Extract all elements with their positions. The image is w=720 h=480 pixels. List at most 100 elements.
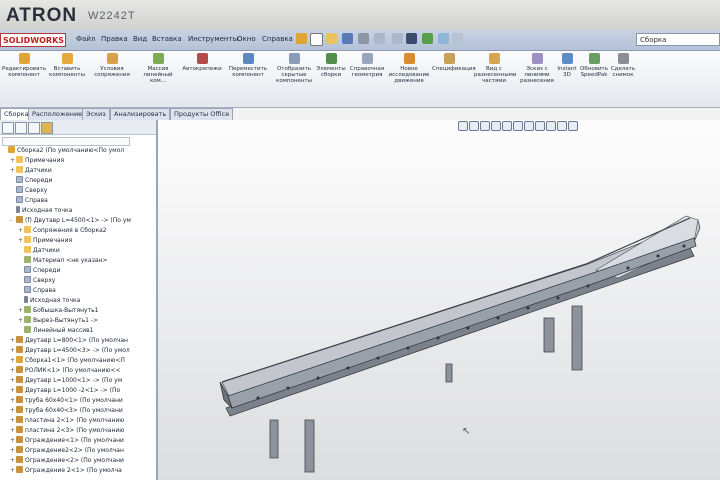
property-manager-tab-icon[interactable] [15,122,27,134]
menu-help[interactable]: Справка [262,35,293,43]
tree-item[interactable]: + труба 60x40<1> (По умолчани [10,396,123,406]
smart-fasteners-button[interactable]: Автокрепежи [180,53,224,72]
tree-item[interactable]: Сверху [18,276,55,286]
print-icon[interactable] [358,33,369,44]
tree-item[interactable]: Справа [10,196,48,206]
open-folder-icon[interactable] [326,33,337,44]
assembly-features-button[interactable]: Элементы сборки [316,53,346,78]
feat-icon [24,306,31,313]
explode-line-sketch-button[interactable]: Эскиз с линиями разнесения [518,53,556,84]
mouse-cursor-icon: ↖ [462,426,471,437]
reference-geometry-button[interactable]: Справочная геометрия [348,53,386,78]
part-icon [16,466,23,473]
tree-item[interactable]: + Примечания [10,156,64,166]
menu-file[interactable]: Файл [76,35,95,43]
monitor-model: W2242T [88,10,136,22]
linear-pattern-button[interactable]: Массив линейный ком... [138,53,178,84]
tree-item[interactable]: + Примечания [18,236,72,246]
tree-item[interactable]: + пластина 2<1> (По умолчанию [10,416,124,426]
save-icon[interactable] [342,33,353,44]
menu-window[interactable]: Окно [237,35,256,43]
tree-item[interactable]: + Ограждение2<2> (По умолчан [10,446,124,456]
tree-item[interactable]: + РОЛИК<1> (По умолчанию<< [10,366,121,376]
instant3d-button[interactable]: Instant 3D [556,53,578,78]
mate-button[interactable]: Условия сопряжения [92,53,132,78]
tab-evaluate[interactable]: Анализировать [110,108,171,120]
tree-item[interactable]: + труба 60x40<3> (По умолчани [10,406,123,416]
tree-item[interactable]: + Бобышка-Вытянуть1 [18,306,98,316]
tree-item[interactable]: + Двутавр L=800<1> (По умолчан [10,336,128,346]
tree-item[interactable]: Сверху [10,186,47,196]
menu-edit[interactable]: Правка [101,35,128,43]
menu-view[interactable]: Вид [133,35,147,43]
select-icon[interactable] [392,33,403,44]
tree-item-label: Сверху [25,187,48,194]
tree-item[interactable]: - (f) Двутавр L=4500<1> -> (По ум [10,216,131,226]
tree-item[interactable]: Материал <не указан> [18,256,107,266]
tab-sketch[interactable]: Эскиз [82,108,110,120]
tree-item-label: Датчики [25,167,52,174]
tree-item[interactable]: Исходная точка [10,206,72,216]
tree-item[interactable]: + Ограждение<2> (По умолчани [10,456,124,466]
new-motion-study-button[interactable]: Новое исследование движения [388,53,430,84]
menu-insert[interactable]: Вставка [152,35,182,43]
display-manager-tab-icon[interactable] [41,122,53,134]
move-component-label: Переместить компонент [228,66,268,78]
show-hidden-components-button[interactable]: Отобразить скрытые компоненты [272,53,316,84]
tree-item[interactable]: + Сопряжения в Сборка2 [18,226,107,236]
tree-item[interactable]: + Двутавр L=1000<1> -> (По ум [10,376,122,386]
origin-icon [16,206,20,213]
tree-item[interactable]: Исходная точка [18,296,80,306]
paperclip-icon [106,53,118,64]
tree-item[interactable]: + Ограждение<1> (По умолчани [10,436,124,446]
tree-item-label: Исходная точка [30,297,81,304]
move-component-icon [242,53,254,64]
tree-filter-input[interactable] [2,137,130,146]
tree-item[interactable]: + Двутавр L=1000 -2<1> -> (По [10,386,120,396]
origin-icon [24,296,28,303]
rebuild-icon[interactable] [406,33,417,44]
tree-item-label: Спереди [25,177,53,184]
tree-item[interactable]: + Двутавр L=4500<3> -> (По умол [10,346,130,356]
tree-item[interactable]: Сборка2 (По умолчанию<По умол [2,146,124,156]
tab-layout[interactable]: Расположение [28,108,87,120]
move-component-button[interactable]: Переместить компонент [226,53,270,78]
take-snapshot-button[interactable]: Сделать снимок [610,53,636,78]
tab-office-products[interactable]: Продукты Office [170,108,234,120]
new-document-icon[interactable] [310,33,323,46]
edit-component-button[interactable]: Редактировать компонент [2,53,46,78]
bill-of-materials-button[interactable]: Спецификация [432,53,476,72]
options-arrow-icon[interactable] [452,33,463,44]
asm-icon [8,146,15,153]
tree-item[interactable]: + Ограждение 2<1> (По умолча [10,466,122,476]
pin-icon[interactable] [296,33,307,44]
mate-label: Условия сопряжения [94,66,130,78]
part-icon [16,406,23,413]
tree-item[interactable]: Датчики [18,246,60,256]
graphics-area[interactable]: ↖ [158,120,720,480]
tree-item[interactable]: Справа [18,286,56,296]
tree-item[interactable]: + Датчики [10,166,52,176]
tree-item[interactable]: + Сборка1<1> (По умолчанию<П [10,356,125,366]
tree-item-label: Сборка2 (По умолчанию<По умол [17,147,125,154]
speedpak-label: Обновить SpeedPak [580,66,608,78]
file-properties-icon[interactable] [422,33,433,44]
tree-item-label: Ограждение<1> (По умолчани [25,437,124,444]
update-speedpak-button[interactable]: Обновить SpeedPak [580,53,608,78]
insert-components-button[interactable]: Вставить компоненты [48,53,86,78]
tree-item-label: Датчики [33,247,60,254]
options-icon[interactable] [438,33,449,44]
feature-tree-tab-icon[interactable] [2,122,14,134]
tree-item[interactable]: + пластина 2<3> (По умолчанию [10,426,124,436]
tree-item[interactable]: Линейный массив1 [18,326,93,336]
tree-item-label: Справа [25,197,48,204]
tree-item[interactable]: Спереди [18,266,60,276]
tree-item[interactable]: + Вырез-Вытянуть1 -> [18,316,98,326]
configuration-manager-tab-icon[interactable] [28,122,40,134]
exploded-view-button[interactable]: Вид с разнесенными частями [474,53,516,84]
menu-tools[interactable]: Инструменты [188,35,238,43]
search-input[interactable]: Сборка [636,33,720,46]
screen: SOLIDWORKS Файл Правка Вид Вставка Инстр… [0,30,720,480]
tree-item[interactable]: Спереди [10,176,52,186]
undo-icon[interactable] [374,33,385,44]
